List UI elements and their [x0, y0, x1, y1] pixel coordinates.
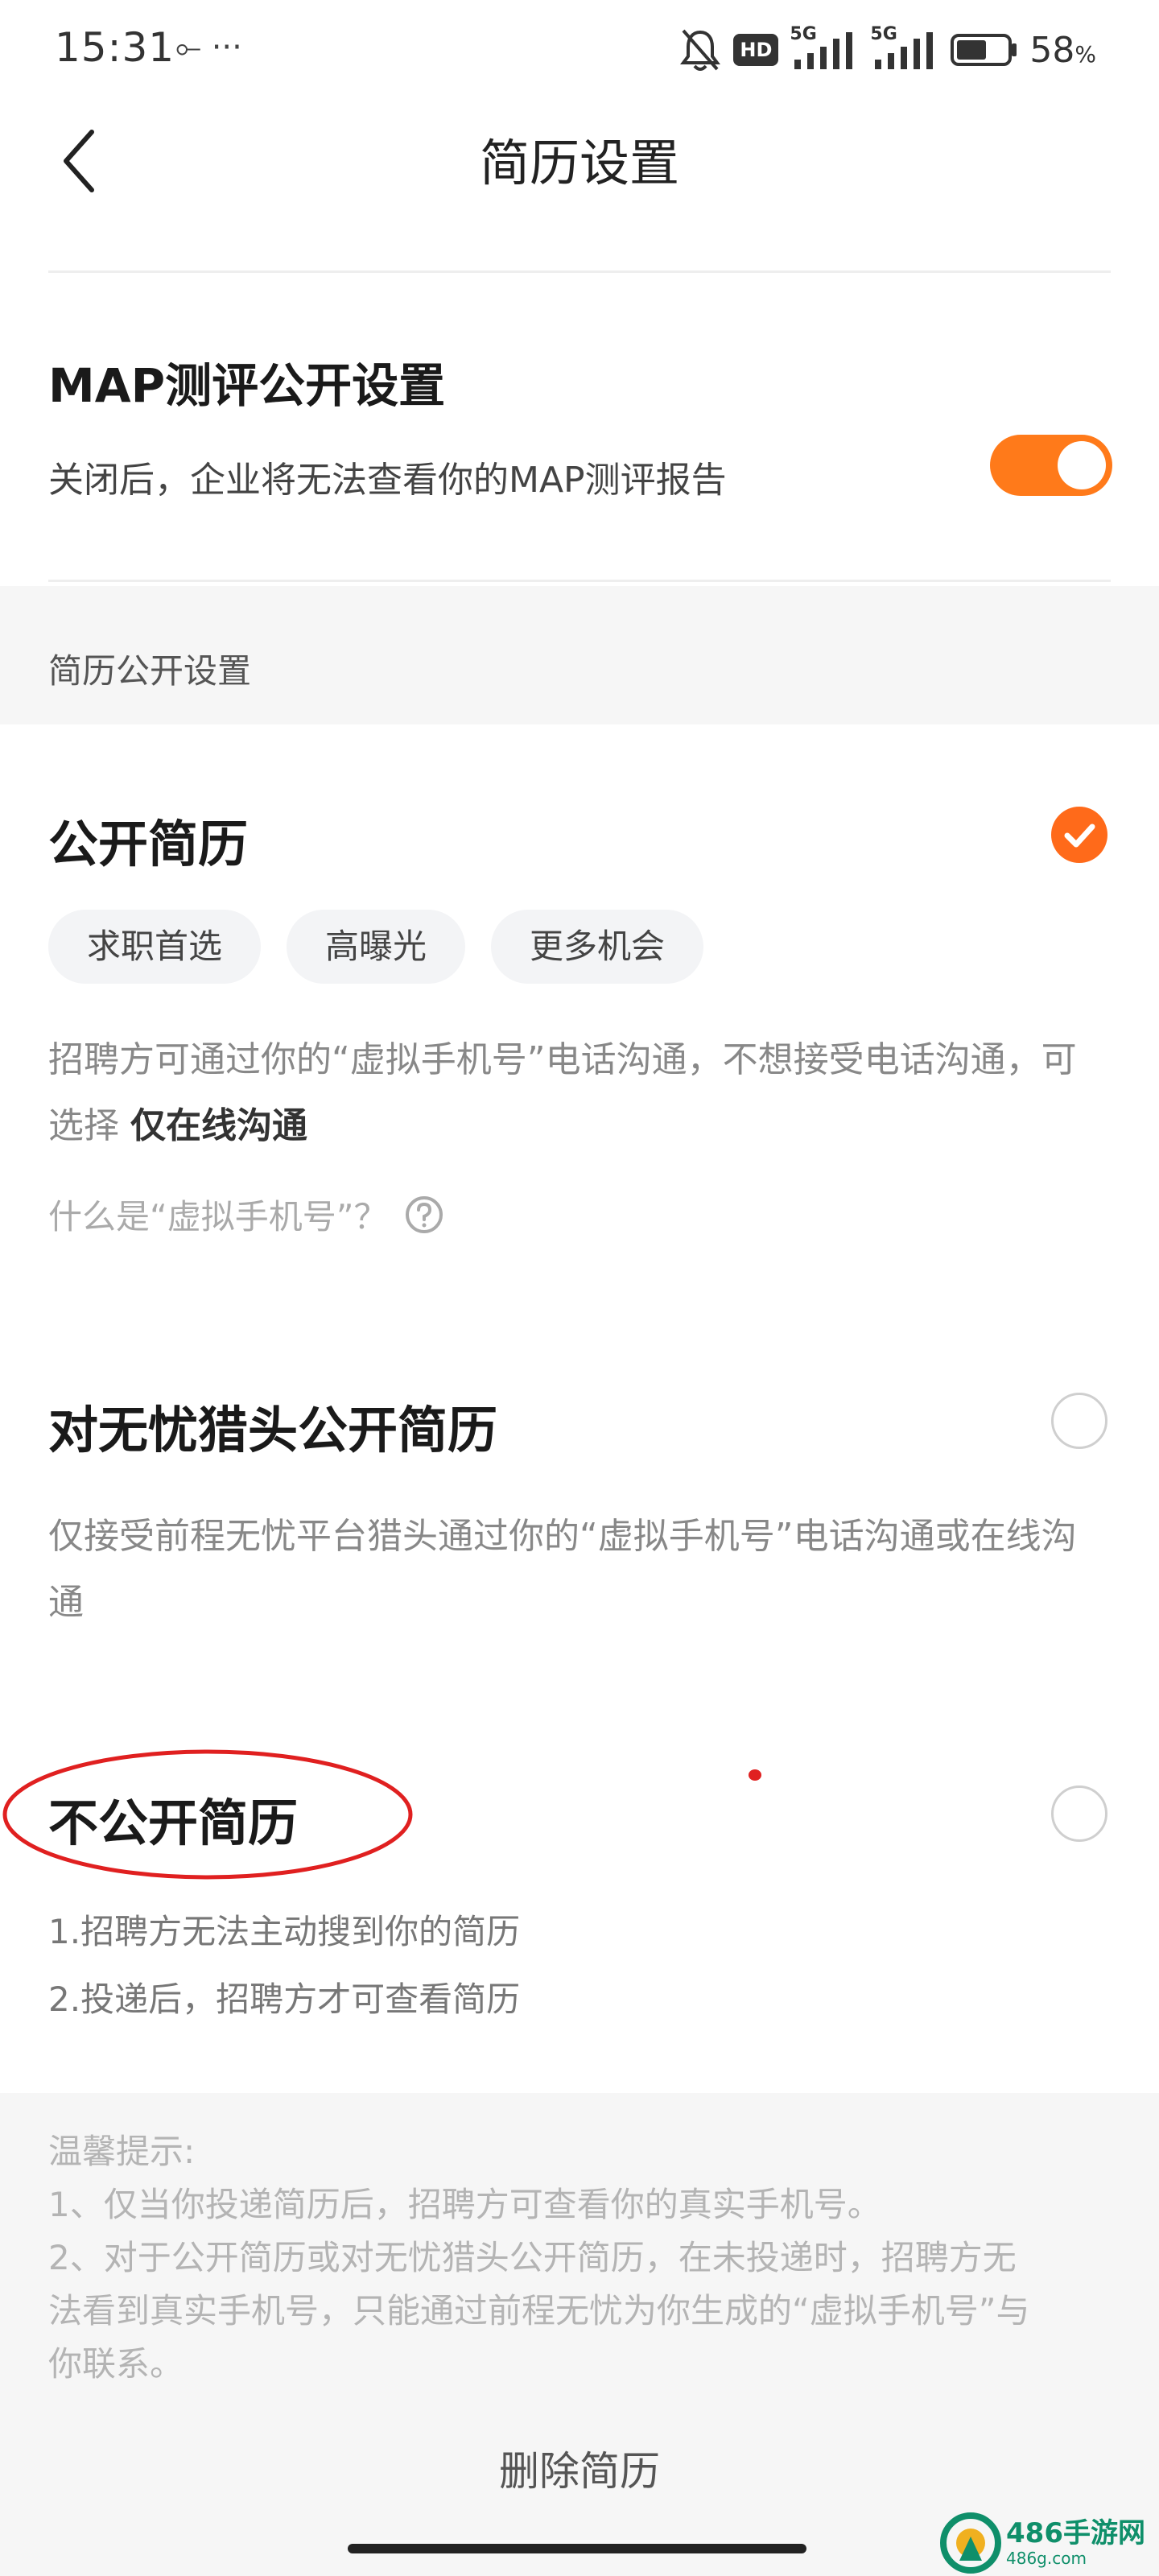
tag: 求职首选 — [48, 910, 262, 984]
network-label-1: 5G — [790, 24, 817, 44]
headhunter-description: 仅接受前程无忧平台猎头通过你的“虚拟手机号”电话沟通或在线沟 通 — [48, 1504, 1111, 1636]
description-line: 通 — [48, 1582, 84, 1623]
notification-icons: ⟜ ··· — [175, 29, 242, 66]
help-text[interactable]: 什么是“虚拟手机号”？ — [48, 1190, 388, 1239]
map-visibility-toggle[interactable] — [990, 435, 1112, 496]
status-indicators: HD 5G 5G 58% — [678, 24, 1096, 76]
divider — [48, 270, 1111, 273]
description-line: 招聘方可通过你的“虚拟手机号”电话沟通，不想接受电话沟通，可 — [48, 1039, 1077, 1080]
public-resume-description: 招聘方可通过你的“虚拟手机号”电话沟通，不想接受电话沟通，可 选择 仅在线沟通 — [48, 1027, 1111, 1159]
toggle-knob — [1058, 441, 1106, 489]
tips-text: 温馨提示: 1、仅当你投递简历后，招聘方可查看你的真实手机号。 2、对于公开简历… — [48, 2125, 1111, 2391]
hd-badge: HD — [733, 34, 779, 66]
watermark-text: 486手游网 486g.com — [1006, 2520, 1145, 2566]
signal-2: 5G — [870, 24, 939, 72]
public-resume-tags: 求职首选 高曝光 更多机会 — [48, 910, 704, 984]
online-only-link[interactable]: 仅在线沟通 — [130, 1105, 307, 1146]
private-resume-note: 2.投递后，招聘方才可查看简历 — [48, 1979, 521, 2019]
divider — [48, 580, 1111, 582]
status-bar: 15:31 ⟜ ··· HD 5G 5G 58% — [0, 0, 1159, 105]
nav-header: 简历设置 — [0, 105, 1159, 266]
watermark: 486手游网 486g.com — [940, 2510, 1159, 2576]
private-resume-note: 1.招聘方无法主动搜到你的简历 — [48, 1912, 521, 1951]
tag: 更多机会 — [491, 910, 704, 984]
battery-icon — [951, 34, 1017, 66]
watermark-url: 486g.com — [1006, 2549, 1087, 2568]
status-time: 15:31 — [55, 24, 175, 71]
tips-line: 你联系。 — [48, 2344, 184, 2384]
resume-visibility-section-header: 简历公开设置 — [0, 586, 1159, 724]
watermark-logo-icon — [940, 2512, 1001, 2574]
description-line: 仅接受前程无忧平台猎头通过你的“虚拟手机号”电话沟通或在线沟 — [48, 1516, 1077, 1557]
option-headhunter-public[interactable]: 对无忧猎头公开简历 — [48, 1389, 497, 1462]
battery-percent-value: 58 — [1029, 29, 1075, 71]
watermark-name: 486手游网 — [1006, 2517, 1145, 2549]
signal-1: 5G — [790, 24, 859, 72]
battery-percent: 58% — [1029, 30, 1096, 71]
tips-line: 1、仅当你投递简历后，招聘方可查看你的真实手机号。 — [48, 2185, 881, 2224]
map-setting-title: MAP测评公开设置 — [48, 358, 446, 413]
question-circle-icon[interactable] — [404, 1195, 444, 1235]
page-title: 简历设置 — [479, 134, 679, 192]
option-public-resume[interactable]: 公开简历 — [48, 803, 248, 876]
network-label-2: 5G — [870, 24, 897, 44]
radio-public-resume[interactable] — [1051, 807, 1107, 863]
map-setting-description: 关闭后，企业将无法查看你的MAP测评报告 — [48, 460, 727, 501]
radio-headhunter-public[interactable] — [1051, 1393, 1107, 1449]
tips-line: 2、对于公开简历或对无忧猎头公开简历，在未投递时，招聘方无 — [48, 2238, 1017, 2277]
delete-resume-button[interactable]: 删除简历 — [0, 2439, 1159, 2497]
check-icon — [1064, 824, 1095, 848]
tips-title: 温馨提示: — [48, 2132, 196, 2171]
description-prefix: 选择 — [48, 1105, 130, 1146]
description-line: 选择 仅在线沟通 — [48, 1093, 1111, 1159]
tips-line: 法看到真实手机号，只能通过前程无忧为你生成的“虚拟手机号”与 — [48, 2291, 1030, 2330]
red-annotation-dot — [749, 1769, 761, 1781]
option-private-resume[interactable]: 不公开简历 — [48, 1782, 298, 1855]
section-header-label: 简历公开设置 — [48, 651, 252, 691]
tag: 高曝光 — [287, 910, 466, 984]
resume-settings-page: 15:31 ⟜ ··· HD 5G 5G 58% 简历设置 MAP测评公开设置 … — [0, 0, 1159, 2576]
bell-off-icon — [680, 29, 721, 71]
home-indicator[interactable] — [348, 2544, 806, 2553]
battery-unit: % — [1074, 40, 1096, 68]
radio-private-resume[interactable] — [1051, 1785, 1107, 1842]
virtual-number-help[interactable]: 什么是“虚拟手机号”？ — [48, 1190, 444, 1239]
tips-section: 温馨提示: 1、仅当你投递简历后，招聘方可查看你的真实手机号。 2、对于公开简历… — [0, 2093, 1159, 2576]
